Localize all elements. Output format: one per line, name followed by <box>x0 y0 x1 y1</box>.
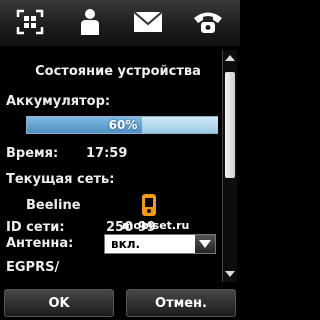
network-id-label: ID сети: <box>6 220 65 235</box>
page-title: Состояние устройства <box>35 64 201 79</box>
cancel-button[interactable]: Отмен. <box>126 289 236 317</box>
chevron-down-icon[interactable] <box>195 235 215 253</box>
phone-icon[interactable] <box>190 6 226 38</box>
battery-label: Аккумулятор: <box>6 94 111 109</box>
egprs-label: EGPRS/ <box>6 260 60 275</box>
ok-button[interactable]: OK <box>4 289 114 317</box>
battery-progress-bar: 60% <box>26 116 218 134</box>
scroll-down-arrow-icon[interactable] <box>224 268 236 280</box>
time-label: Время: <box>6 146 59 161</box>
watermark-text: mobiset.ru <box>122 219 190 232</box>
mobiset-logo-icon <box>140 192 160 218</box>
antenna-select[interactable]: вкл. <box>104 234 216 254</box>
scrollbar[interactable] <box>222 50 237 282</box>
scan-grid-icon[interactable] <box>12 6 48 38</box>
scrollbar-thumb[interactable] <box>225 72 235 178</box>
antenna-select-value: вкл. <box>111 237 141 251</box>
antenna-label: Антенна: <box>6 236 74 251</box>
battery-percent-text: 60% <box>108 118 138 132</box>
top-toolbar <box>0 0 240 46</box>
network-value: Beeline <box>26 198 81 213</box>
network-label: Текущая сеть: <box>6 172 115 187</box>
time-value: 17:59 <box>86 146 128 161</box>
softkey-bar: OK Отмен. <box>0 284 240 320</box>
scroll-up-arrow-icon[interactable] <box>224 52 236 64</box>
contact-icon[interactable] <box>72 6 108 38</box>
message-icon[interactable] <box>130 6 166 38</box>
